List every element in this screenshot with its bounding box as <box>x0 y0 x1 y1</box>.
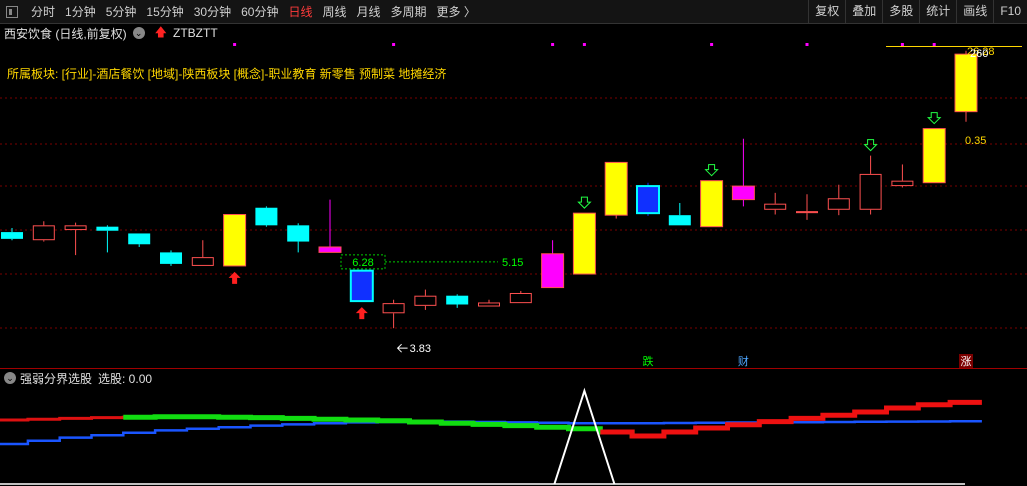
signal-arrow-icon <box>863 139 878 152</box>
signal-arrow-icon <box>704 164 719 177</box>
chart-header: 西安饮食 (日线,前复权) ⌄ 🡅 ZTBZTT <box>4 25 218 41</box>
candle-body <box>827 198 850 210</box>
candle <box>796 194 818 220</box>
candle-body <box>731 185 755 201</box>
candle <box>700 180 724 228</box>
candle <box>764 192 787 215</box>
candle <box>731 138 755 207</box>
event-label: 涨 <box>961 355 972 368</box>
chevron-down-icon[interactable]: ⌄ <box>132 27 145 39</box>
candle-body <box>796 211 818 214</box>
candle-body <box>668 215 691 226</box>
candle <box>541 240 565 289</box>
candle-body <box>478 302 500 307</box>
candle-body <box>414 295 437 306</box>
candle <box>954 50 978 122</box>
sector-info: 所属板块: [行业]-酒店餐饮 [地域]-陕西板块 [概念]-职业教育 新零售 … <box>7 67 447 81</box>
event-label: 跌 <box>643 354 654 368</box>
candle-body <box>509 292 532 304</box>
candle <box>96 225 119 253</box>
candle <box>891 164 914 188</box>
candle-body <box>446 295 469 305</box>
candle <box>318 199 342 253</box>
candle-body <box>541 253 565 289</box>
buy-arrow-icon <box>355 307 368 320</box>
indicator-header: ⌄ 强弱分界选股 选股: 0.00 <box>4 370 153 387</box>
annotation-high-price: 6.28 <box>352 257 373 269</box>
candle <box>191 240 214 266</box>
indicator-value: 选股: 0.00 <box>98 371 153 386</box>
candle <box>572 212 596 275</box>
candle-body <box>32 225 55 241</box>
red-up-arrow-icon: 🡅 <box>154 24 168 39</box>
chevron-down-icon[interactable]: ⌄ <box>4 372 16 384</box>
signal-arrow-icon <box>926 112 942 125</box>
candle <box>922 128 946 184</box>
candle-body <box>349 269 374 303</box>
candle-body <box>700 180 724 228</box>
candle-body <box>191 257 214 266</box>
candle <box>478 299 500 307</box>
candle <box>32 221 55 242</box>
candle-body <box>64 225 87 231</box>
annotation-change: 0.35 <box>965 135 986 147</box>
candle <box>64 222 87 256</box>
candle-body <box>160 252 182 264</box>
candle <box>446 294 469 308</box>
formula-name[interactable]: ZTBZTT <box>173 26 218 40</box>
candle-body <box>1 232 23 239</box>
candle <box>636 182 660 216</box>
indicator-green-line <box>123 414 664 439</box>
candle <box>382 299 405 329</box>
annotation-mid-price: 5.15 <box>502 257 523 269</box>
candle <box>668 203 691 226</box>
candle-body <box>572 212 596 275</box>
candle-body <box>382 303 405 314</box>
top-marker <box>233 43 237 46</box>
candle <box>160 250 182 266</box>
candle-body <box>287 225 310 242</box>
indicator-red-line <box>600 399 982 439</box>
annotation-volume: 260 <box>970 48 988 60</box>
top-marker <box>805 43 809 46</box>
candle-body <box>604 161 628 216</box>
candle <box>223 214 247 267</box>
candle <box>827 184 850 216</box>
candle-body <box>891 180 914 187</box>
top-marker <box>392 43 396 46</box>
top-marker <box>710 43 714 46</box>
top-marker <box>900 43 904 46</box>
candle <box>604 161 628 219</box>
low-arrow-icon <box>396 343 408 353</box>
signal-arrow-icon <box>577 196 592 209</box>
candle-body <box>128 233 151 245</box>
candle <box>1 228 23 241</box>
candle-body <box>764 203 787 210</box>
candle <box>509 290 532 304</box>
candle <box>128 233 151 247</box>
annotation-low-price: 3.83 <box>410 343 431 355</box>
candle-body <box>318 246 342 253</box>
candle <box>414 289 437 310</box>
candle-body <box>922 128 946 184</box>
candle <box>287 223 310 253</box>
candle <box>255 206 278 227</box>
candle-body <box>255 207 278 226</box>
candle <box>349 269 374 303</box>
candle-body <box>223 214 247 267</box>
candle-body <box>96 226 119 231</box>
candle <box>859 155 882 215</box>
top-marker <box>551 43 555 46</box>
indicator-signal-triangle <box>553 387 616 485</box>
event-label: 财 <box>738 354 749 368</box>
top-marker <box>582 43 586 46</box>
stock-title: 西安饮食 (日线,前复权) <box>4 26 127 41</box>
candle-body <box>954 53 978 113</box>
candle-body <box>636 185 660 215</box>
candle-body <box>859 173 882 210</box>
indicator-title[interactable]: 强弱分界选股 <box>20 370 92 387</box>
top-marker <box>932 43 936 46</box>
